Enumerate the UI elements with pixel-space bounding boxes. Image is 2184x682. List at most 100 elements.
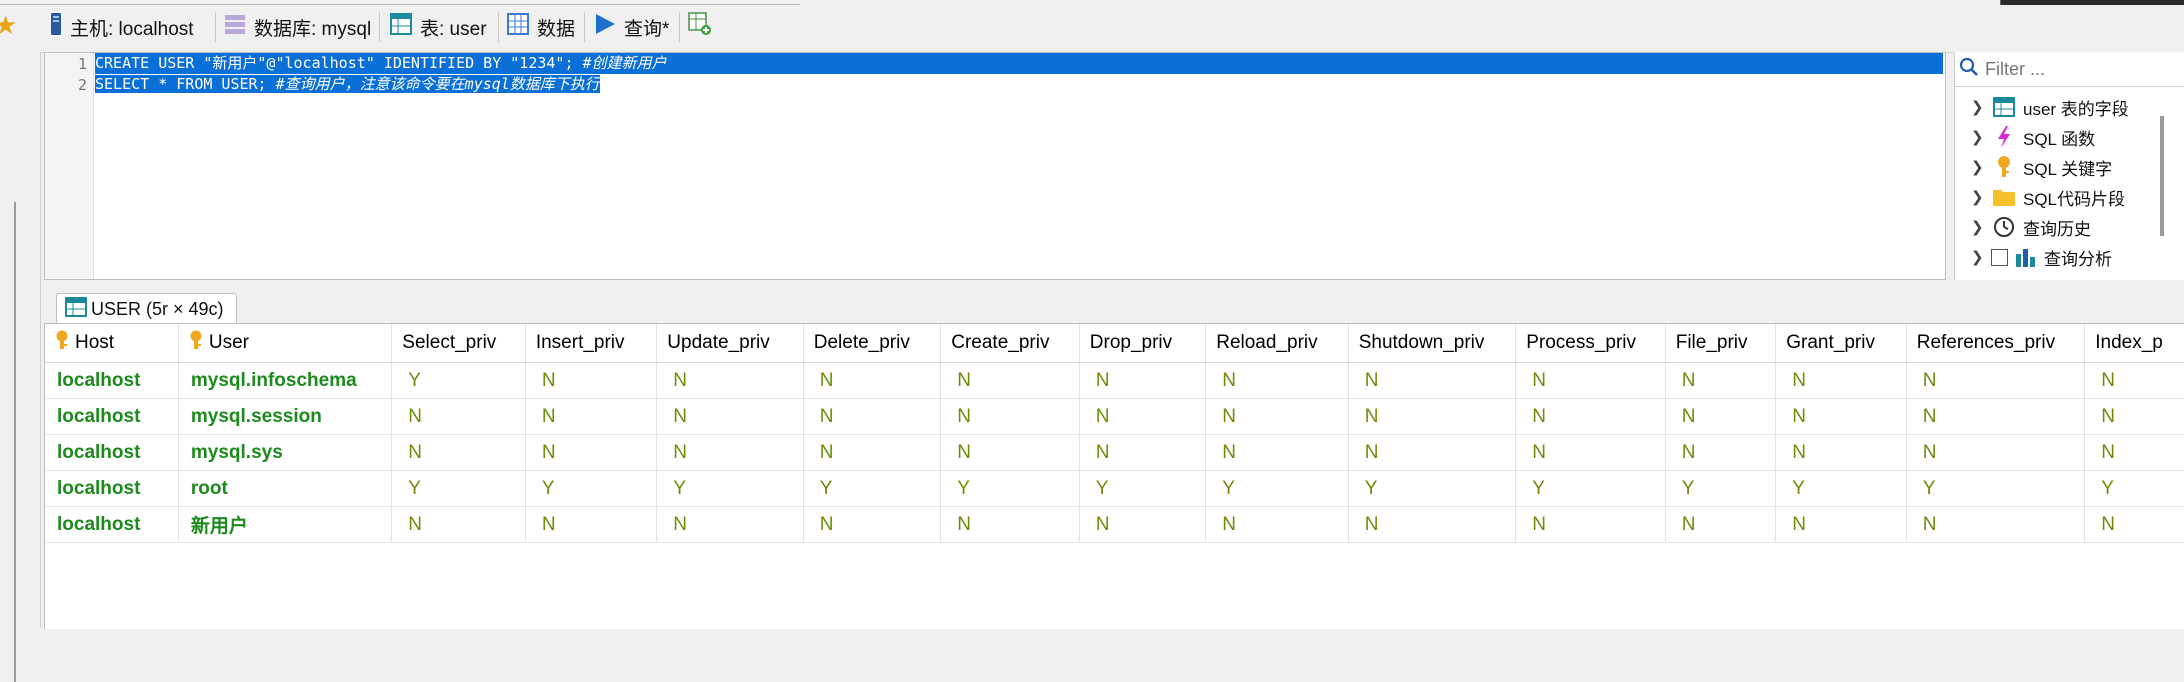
column-header[interactable]: Select_priv [391, 324, 526, 363]
column-header[interactable]: Grant_priv [1775, 324, 1907, 363]
table-row[interactable]: localhost mysql.sys N N N N N N N N N N N N N [45, 434, 2184, 471]
result-tab[interactable]: USER (5r × 49c) [56, 293, 237, 324]
cell-priv[interactable]: N [1775, 506, 1907, 543]
cell-priv[interactable]: N [1665, 398, 1777, 435]
cell-user[interactable]: mysql.sys [178, 434, 393, 471]
cell-priv[interactable]: N [2084, 398, 2184, 435]
cell-priv[interactable]: Y [391, 470, 526, 507]
cell-user[interactable]: 新用户 [178, 506, 393, 543]
cell-priv[interactable]: Y [391, 362, 526, 399]
tree-item-query-history[interactable]: ❯ 查询历史 [1955, 212, 2184, 242]
table-row[interactable]: localhost mysql.infoschema Y N N N N N N N N N N N N [45, 362, 2184, 399]
cell-priv[interactable]: N [1665, 362, 1777, 399]
cell-priv[interactable]: N [656, 362, 804, 399]
cell-priv[interactable]: N [1205, 398, 1349, 435]
cell-priv[interactable]: N [656, 434, 804, 471]
cell-priv[interactable]: N [940, 398, 1080, 435]
cell-priv[interactable]: Y [940, 470, 1080, 507]
cell-priv[interactable]: Y [525, 470, 658, 507]
table-tab[interactable]: 表: user [390, 12, 487, 42]
column-header[interactable]: References_priv [1906, 324, 2086, 363]
cell-priv[interactable]: Y [1205, 470, 1349, 507]
cell-priv[interactable]: N [1775, 434, 1907, 471]
cell-priv[interactable]: Y [803, 470, 942, 507]
table-row[interactable]: localhost 新用户 N N N N N N N N N N N N N [45, 506, 2184, 543]
cell-user[interactable]: mysql.infoschema [178, 362, 393, 399]
cell-priv[interactable]: N [803, 362, 942, 399]
cell-priv[interactable]: N [1906, 434, 2086, 471]
cell-host[interactable]: localhost [45, 470, 179, 507]
cell-priv[interactable]: N [2084, 506, 2184, 543]
cell-priv[interactable]: N [1079, 362, 1207, 399]
table-row[interactable]: localhost root Y Y Y Y Y Y Y Y Y Y Y Y Y [45, 470, 2184, 507]
cell-priv[interactable]: N [1205, 506, 1349, 543]
column-header[interactable]: Insert_priv [525, 324, 658, 363]
data-tab[interactable]: 数据 [507, 12, 575, 42]
cell-priv[interactable]: N [1906, 398, 2086, 435]
column-header[interactable]: Reload_priv [1205, 324, 1349, 363]
column-header[interactable]: File_priv [1665, 324, 1777, 363]
cell-priv[interactable]: Y [1515, 470, 1666, 507]
column-header[interactable]: Create_priv [940, 324, 1080, 363]
favorite-star-icon[interactable]: ★ [0, 10, 17, 41]
column-header-user[interactable]: User [178, 324, 393, 363]
column-header[interactable]: Delete_priv [803, 324, 942, 363]
cell-priv[interactable]: Y [1775, 470, 1907, 507]
cell-priv[interactable]: N [525, 398, 658, 435]
code-line[interactable]: CREATE USER "新用户"@"localhost" IDENTIFIED… [95, 53, 1943, 74]
chevron-right-icon[interactable]: ❯ [1971, 128, 1991, 146]
cell-priv[interactable]: N [1348, 434, 1517, 471]
cell-host[interactable]: localhost [45, 362, 179, 399]
cell-priv[interactable]: N [1205, 362, 1349, 399]
cell-priv[interactable]: N [391, 398, 526, 435]
column-header[interactable]: Shutdown_priv [1348, 324, 1517, 363]
cell-priv[interactable]: N [2084, 434, 2184, 471]
tree-item-table-fields[interactable]: ❯ user 表的字段 [1955, 92, 2184, 122]
chevron-right-icon[interactable]: ❯ [1971, 188, 1991, 206]
cell-priv[interactable]: N [1906, 362, 2086, 399]
cell-priv[interactable]: N [1079, 434, 1207, 471]
cell-priv[interactable]: N [803, 506, 942, 543]
cell-priv[interactable]: N [1515, 398, 1666, 435]
checkbox[interactable] [1991, 248, 2008, 266]
cell-priv[interactable]: N [940, 434, 1080, 471]
cell-priv[interactable]: N [525, 362, 658, 399]
cell-priv[interactable]: N [1665, 434, 1777, 471]
cell-priv[interactable]: N [803, 398, 942, 435]
cell-priv[interactable]: N [1515, 506, 1666, 543]
cell-priv[interactable]: N [1665, 506, 1777, 543]
cell-host[interactable]: localhost [45, 506, 179, 543]
cell-user[interactable]: mysql.session [178, 398, 393, 435]
cell-priv[interactable]: N [525, 506, 658, 543]
cell-priv[interactable]: N [1775, 398, 1907, 435]
column-header[interactable]: Update_priv [656, 324, 804, 363]
cell-priv[interactable]: N [2084, 362, 2184, 399]
code-line[interactable]: SELECT * FROM USER; #查询用户，注意该命令要在mysql数据… [95, 74, 600, 95]
database-tab[interactable]: 数据库: mysql [224, 12, 371, 42]
cell-priv[interactable]: N [1906, 506, 2086, 543]
chevron-right-icon[interactable]: ❯ [1971, 218, 1991, 236]
column-header-host[interactable]: Host [45, 324, 179, 363]
query-tab[interactable]: 查询* [594, 12, 669, 42]
cell-priv[interactable]: N [391, 506, 526, 543]
chevron-right-icon[interactable]: ❯ [1971, 158, 1991, 176]
cell-priv[interactable]: N [803, 434, 942, 471]
cell-priv[interactable]: N [525, 434, 658, 471]
tree-item-sql-functions[interactable]: ❯ SQL 函数 [1955, 122, 2184, 152]
cell-priv[interactable]: N [940, 362, 1080, 399]
result-grid[interactable]: Host User Select_priv Insert_priv Update… [44, 323, 2184, 629]
chevron-right-icon[interactable]: ❯ [1971, 248, 1991, 266]
cell-priv[interactable]: Y [1079, 470, 1207, 507]
cell-priv[interactable]: N [1348, 398, 1517, 435]
table-row[interactable]: localhost mysql.session N N N N N N N N N N N N N [45, 398, 2184, 435]
cell-priv[interactable]: N [1348, 506, 1517, 543]
filter-input[interactable] [1983, 57, 2157, 81]
cell-priv[interactable]: N [391, 434, 526, 471]
cell-host[interactable]: localhost [45, 398, 179, 435]
cell-priv[interactable]: Y [1348, 470, 1517, 507]
column-header[interactable]: Index_p [2084, 324, 2184, 363]
column-header[interactable]: Drop_priv [1079, 324, 1207, 363]
new-query-button[interactable] [688, 12, 712, 42]
tree-item-sql-keywords[interactable]: ❯ SQL 关键字 [1955, 152, 2184, 182]
cell-priv[interactable]: N [1515, 362, 1666, 399]
